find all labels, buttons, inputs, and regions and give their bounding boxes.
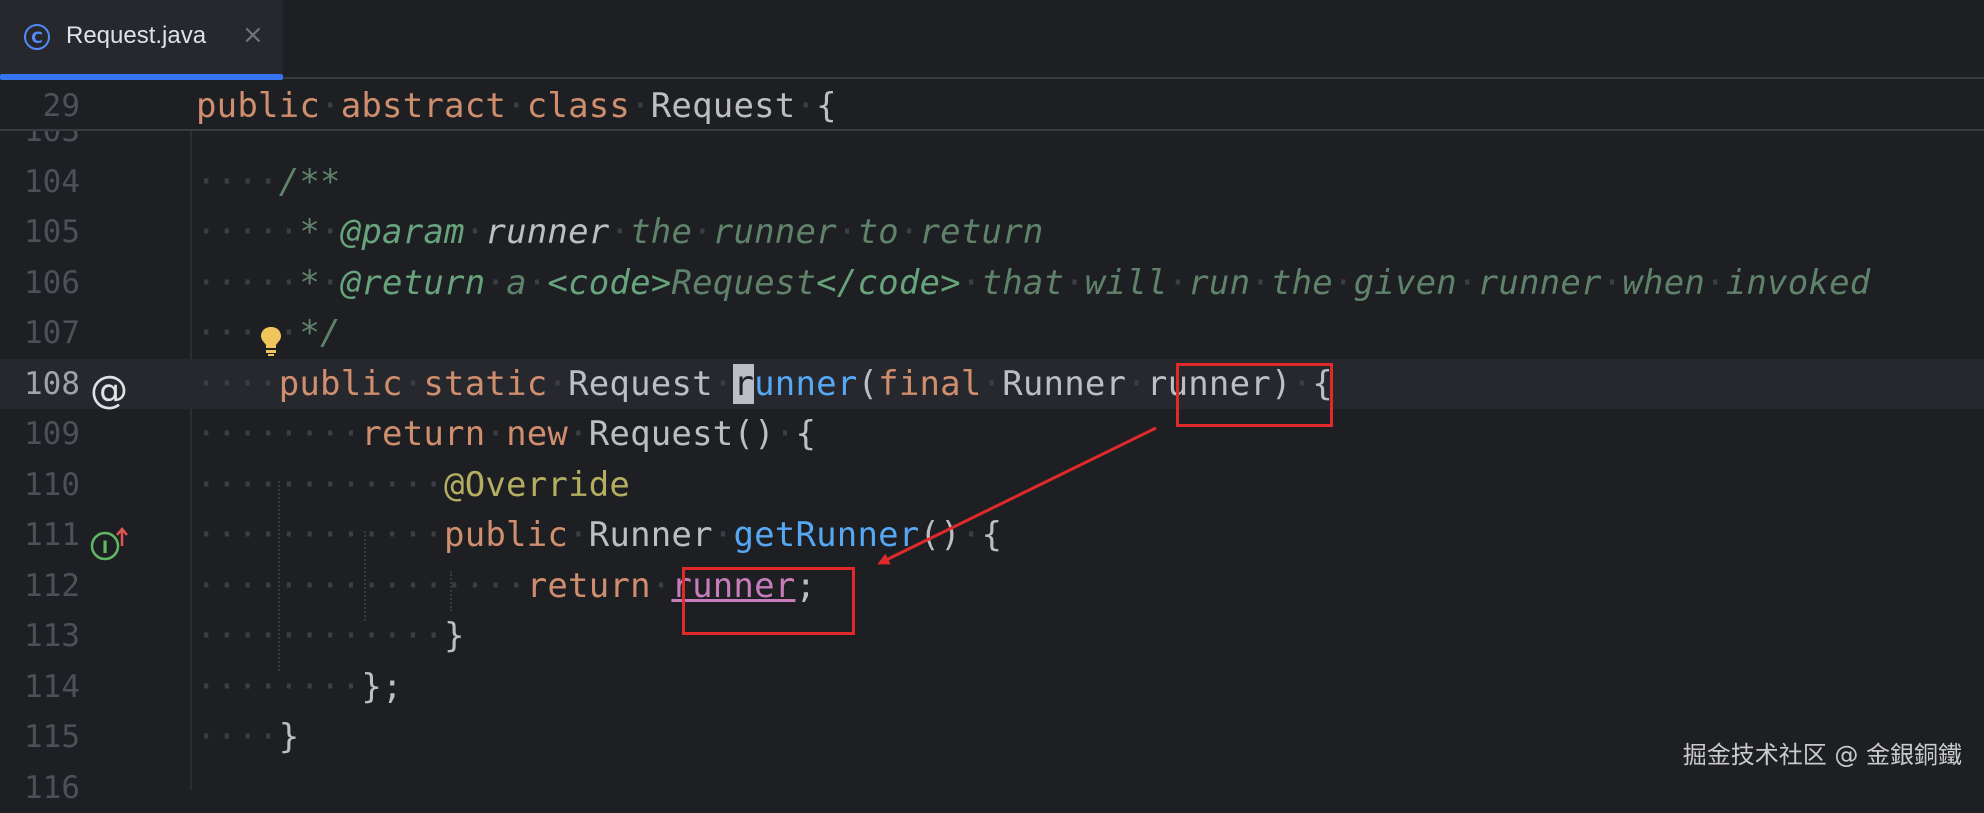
annotation-arrow — [877, 426, 1157, 565]
watermark-text: 掘金技术社区 @ 金銀銅鐵 — [1682, 741, 1962, 769]
